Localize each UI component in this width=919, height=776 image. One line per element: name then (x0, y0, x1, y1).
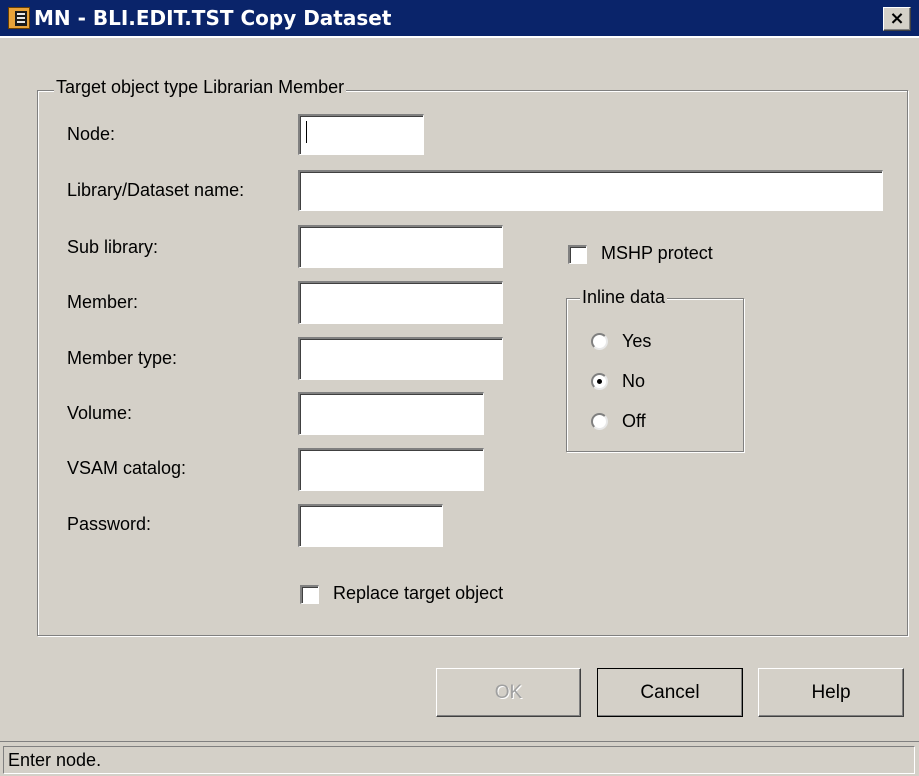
mshp-protect-label[interactable]: MSHP protect (601, 243, 713, 264)
volume-label: Volume: (67, 403, 133, 423)
replace-target-checkbox[interactable] (300, 585, 319, 604)
vsam-catalog-label: VSAM catalog: (67, 458, 187, 478)
library-dataset-input[interactable] (298, 170, 883, 211)
status-text: Enter node. (3, 746, 915, 774)
mshp-protect-checkbox[interactable] (568, 245, 587, 264)
ok-button[interactable]: OK (436, 668, 581, 717)
inline-data-group-title: Inline data (580, 287, 668, 308)
sub-library-input[interactable] (298, 225, 503, 268)
cancel-button[interactable]: Cancel (597, 668, 743, 717)
library-dataset-label: Library/Dataset name: (67, 180, 245, 200)
inline-data-no-radio[interactable] (591, 373, 608, 390)
inline-data-yes-radio[interactable] (591, 333, 608, 350)
node-input[interactable] (298, 114, 424, 155)
radio-selected-dot (597, 379, 602, 384)
inline-data-yes-label[interactable]: Yes (622, 331, 651, 352)
sub-library-label: Sub library: (67, 237, 159, 257)
replace-target-label[interactable]: Replace target object (333, 583, 503, 604)
librarian-app-icon (8, 7, 30, 29)
password-label: Password: (67, 514, 152, 534)
text-caret (306, 121, 307, 143)
member-input[interactable] (298, 281, 503, 324)
status-bar: Enter node. (0, 741, 919, 776)
window-title: MN - BLI.EDIT.TST Copy Dataset (34, 6, 392, 30)
node-label: Node: (67, 124, 116, 144)
close-icon[interactable]: × (883, 7, 911, 31)
volume-input[interactable] (298, 392, 484, 435)
member-type-input[interactable] (298, 337, 503, 380)
member-type-label: Member type: (67, 348, 178, 368)
help-button[interactable]: Help (758, 668, 904, 717)
target-object-group-title: Target object type Librarian Member (54, 77, 347, 98)
inline-data-off-label[interactable]: Off (622, 411, 646, 432)
member-label: Member: (67, 292, 139, 312)
title-bar: MN - BLI.EDIT.TST Copy Dataset × (0, 0, 919, 38)
inline-data-off-radio[interactable] (591, 413, 608, 430)
vsam-catalog-input[interactable] (298, 448, 484, 491)
password-input[interactable] (298, 504, 443, 547)
inline-data-no-label[interactable]: No (622, 371, 645, 392)
